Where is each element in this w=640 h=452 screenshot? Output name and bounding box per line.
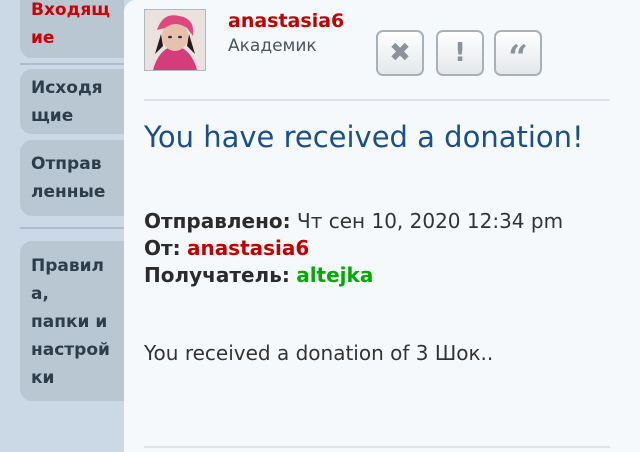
to-line: Получатель: altejka (144, 262, 604, 289)
quote-button[interactable]: “ (494, 30, 542, 76)
sidebar-divider (20, 63, 124, 65)
avatar-image (145, 10, 205, 70)
sidebar-item-sent[interactable]: Отправ ленные (20, 140, 124, 216)
post-author-rank: Академик (228, 36, 317, 56)
from-user-link[interactable]: anastasia6 (187, 236, 309, 260)
from-line: От: anastasia6 (144, 235, 604, 262)
quote-icon: “ (508, 38, 528, 78)
message-panel: anastasia6 Академик ✖ ! “ You have recei… (124, 0, 640, 452)
sidebar-item-inbox[interactable]: Входящ ие (20, 0, 124, 58)
message-subject: You have received a donation! (144, 120, 584, 154)
sent-value: Чт сен 10, 2020 12:34 pm (297, 209, 564, 233)
message-meta: Отправлено: Чт сен 10, 2020 12:34 pm От:… (144, 208, 604, 289)
sidebar-item-outbox[interactable]: Исходя щие (20, 69, 124, 134)
sidebar-item-label: Отправ ленные (31, 154, 106, 202)
sent-line: Отправлено: Чт сен 10, 2020 12:34 pm (144, 208, 604, 235)
delete-button[interactable]: ✖ (376, 30, 424, 76)
sidebar-divider (20, 227, 124, 229)
sidebar-item-label: Правил а, папки и настрой ки (31, 256, 110, 388)
from-label: От: (144, 236, 181, 260)
message-body: You received a donation of 3 Шок.. (144, 341, 494, 365)
sidebar: Входящ ие Исходя щие Отправ ленные Прави… (0, 0, 124, 452)
to-user-link[interactable]: altejka (296, 263, 373, 287)
sent-label: Отправлено: (144, 209, 291, 233)
sidebar-item-label: Входящ ие (31, 0, 111, 48)
post-author-name[interactable]: anastasia6 (228, 10, 344, 32)
to-label: Получатель: (144, 263, 290, 287)
exclamation-icon: ! (454, 38, 466, 68)
sidebar-item-label: Исходя щие (31, 78, 103, 126)
report-button[interactable]: ! (436, 30, 484, 76)
footer-divider (144, 446, 610, 448)
close-icon: ✖ (389, 38, 411, 68)
avatar[interactable] (144, 9, 206, 71)
sidebar-item-rules-folders-settings[interactable]: Правил а, папки и настрой ки (20, 241, 124, 401)
header-divider (144, 99, 610, 101)
